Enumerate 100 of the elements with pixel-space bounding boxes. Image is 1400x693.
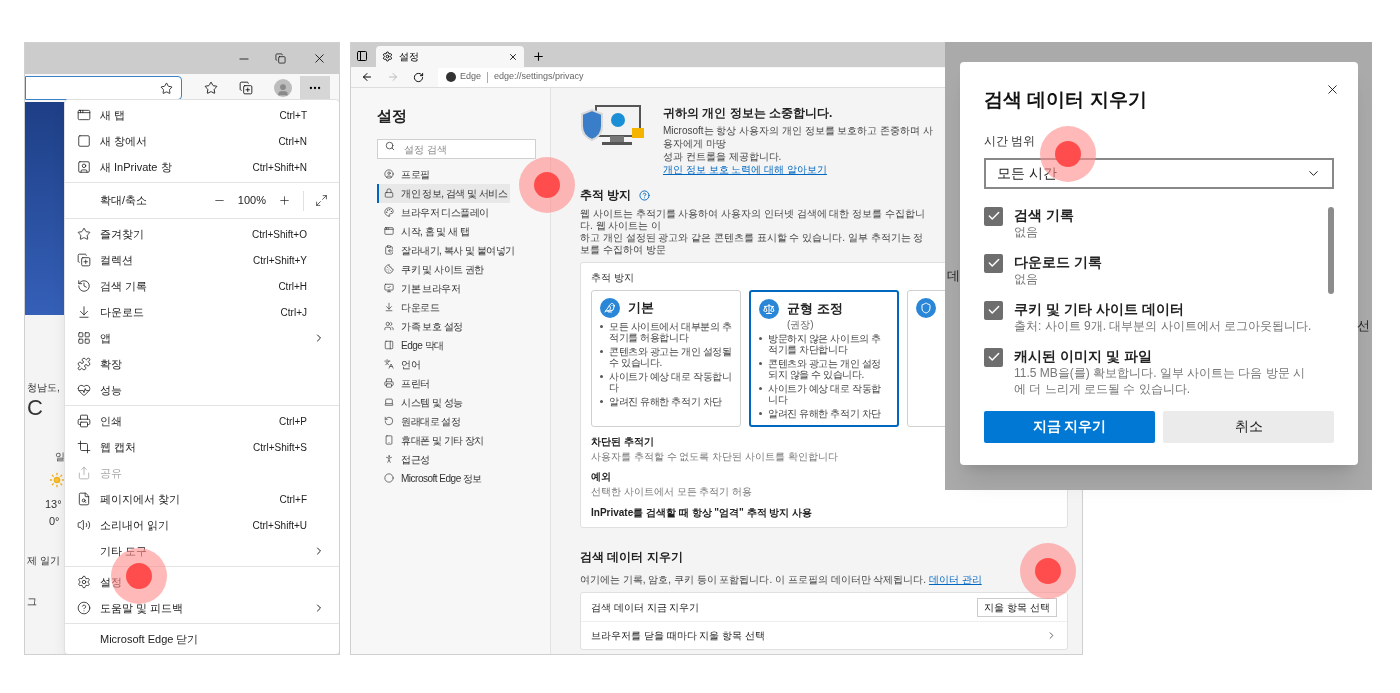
click-marker: [519, 157, 575, 213]
tab-actions-icon[interactable]: [356, 50, 368, 62]
sidebar-item[interactable]: Microsoft Edge 정보: [377, 468, 485, 488]
sidebar-item[interactable]: 다운로드: [377, 297, 442, 317]
sidebar-item[interactable]: 브라우저 디스플레이: [377, 202, 492, 222]
privacy-description: Microsoft는 항상 사용자의 개인 정보를 보호하고 존중하며 사용자에게 마땅: [663, 124, 933, 150]
checkbox[interactable]: [984, 253, 1003, 273]
option-title: 균형 조정: [787, 300, 843, 319]
help-icon[interactable]: [639, 189, 651, 201]
puzzle-icon: [77, 357, 91, 371]
tab-title: 설정: [399, 50, 420, 64]
menu-item[interactable]: 즐겨찾기 Ctrl+Shift+O: [65, 221, 339, 247]
clear-now-button[interactable]: 지금 지우기: [984, 410, 1155, 443]
menu-item[interactable]: 다운로드 Ctrl+J: [65, 299, 339, 325]
browser-tab[interactable]: 설정: [376, 46, 524, 67]
favorites-icon[interactable]: [204, 81, 218, 95]
choose-items-button[interactable]: 지울 항목 선택: [977, 597, 1057, 617]
sidebar-item[interactable]: 휴대폰 및 기타 장치: [377, 430, 487, 450]
menu-item[interactable]: 새 창에서 Ctrl+N: [65, 128, 339, 154]
sidebar-item[interactable]: 원래대로 설정: [377, 411, 464, 431]
sidebar-item[interactable]: 개인 정보, 검색 및 서비스: [377, 183, 511, 203]
window-icon: [384, 226, 394, 236]
learn-more-link[interactable]: 개인 정보 보호 노력에 대해 알아보기: [663, 164, 827, 175]
bullet-icon: [600, 375, 603, 378]
weather-text: 제 일기: [27, 554, 60, 568]
sidebar-item[interactable]: 접근성: [377, 449, 433, 469]
sidebar-item[interactable]: 기본 브라우저: [377, 278, 464, 298]
sun-icon: [49, 472, 65, 488]
sidebar-item[interactable]: 시스템 및 성능: [377, 392, 466, 412]
sidebar-item[interactable]: 언어: [377, 354, 423, 374]
menu-item[interactable]: 설정: [65, 569, 339, 595]
menu-item[interactable]: 소리내어 읽기 Ctrl+Shift+U: [65, 512, 339, 538]
menu-item[interactable]: 새 InPrivate 창 Ctrl+Shift+N: [65, 154, 339, 180]
menu-item[interactable]: 새 탭 Ctrl+T: [65, 102, 339, 128]
star-icon: [77, 227, 91, 241]
item-label: 검색 기록: [1014, 206, 1074, 224]
sidebar-item[interactable]: 쿠키 및 사이트 권한: [377, 259, 487, 279]
close-icon[interactable]: [1325, 82, 1340, 97]
item-detail: 없음: [1014, 270, 1039, 287]
back-icon[interactable]: [361, 71, 373, 83]
sidebar-item[interactable]: 시작, 홈 및 새 탭: [377, 221, 473, 241]
sidebar-item[interactable]: 가족 보호 설정: [377, 316, 466, 336]
address-field[interactable]: [25, 76, 182, 100]
heart-pulse-icon: [77, 383, 91, 397]
zoom-in-icon[interactable]: [278, 194, 291, 207]
bullet-icon: [759, 337, 762, 340]
new-tab-icon[interactable]: [532, 50, 545, 63]
setting-description: 선택한 사이트에서 모든 추적기 허용: [591, 485, 754, 499]
cancel-button[interactable]: 취소: [1163, 410, 1334, 443]
card-label: 추적 방지: [591, 271, 634, 285]
shield-icon: [916, 298, 936, 318]
menu-item[interactable]: 확장: [65, 351, 339, 377]
close-icon[interactable]: [312, 51, 327, 66]
option-bullet: 모든 사이트에서 대부분의 추적기를 허용합니다: [600, 321, 732, 343]
scrollbar[interactable]: [1328, 206, 1334, 294]
search-field[interactable]: 설정 검색: [377, 139, 536, 159]
menu-item[interactable]: 기타 도구: [65, 538, 339, 564]
option-bullet: 콘텐츠와 광고는 개인 설정될 수 있습니다.: [600, 346, 732, 368]
low-temperature: 0°: [49, 513, 60, 529]
download-icon: [384, 302, 394, 312]
privacy-title: 귀하의 개인 정보는 소중합니다.: [663, 105, 834, 122]
backdrop-text: 선: [1357, 317, 1370, 335]
refresh-icon[interactable]: [413, 71, 424, 83]
menu-item[interactable]: 앱: [65, 325, 339, 351]
close-tab-icon[interactable]: [508, 51, 518, 62]
tracking-option[interactable]: 균형 조정 (권장) 방문하지 않은 사이트의 추적기를 차단합니다 콘텐츠와 광고는 개인 설정되지 않을 수 있습니다. 사이트가 예상 대로 작동합니다 알려진 유해한 추적기 차단: [749, 290, 899, 427]
fullscreen-icon[interactable]: [315, 194, 328, 207]
profile-icon: [384, 169, 394, 179]
menu-item[interactable]: 페이지에서 찾기 Ctrl+F: [65, 486, 339, 512]
sidebar-item[interactable]: Edge 막대: [377, 335, 447, 355]
checkbox[interactable]: [984, 300, 1003, 320]
tracking-option[interactable]: 기본 모든 사이트에서 대부분의 추적기를 허용합니다 콘텐츠와 광고는 개인 설정될 수 있습니다. 사이트가 예상 대로 작동합니다 알려진 유해한 추적기 차단: [591, 290, 741, 427]
menu-item[interactable]: 도움말 및 피드백: [65, 595, 339, 621]
menu-item[interactable]: 검색 기록 Ctrl+H: [65, 273, 339, 299]
cookie-icon: [384, 264, 394, 274]
menu-item[interactable]: 웹 캡처 Ctrl+Shift+S: [65, 434, 339, 460]
menu-item[interactable]: 컬렉션 Ctrl+Shift+Y: [65, 247, 339, 273]
menu-item[interactable]: Microsoft Edge 닫기: [65, 626, 339, 652]
history-icon: [77, 279, 91, 293]
manage-data-link[interactable]: 데이터 관리: [928, 574, 982, 585]
avatar[interactable]: [274, 79, 292, 97]
checkbox[interactable]: [984, 206, 1003, 226]
menu-item[interactable]: 성능: [65, 377, 339, 403]
time-range-select[interactable]: 모든 시간: [984, 157, 1334, 189]
sidebar-item[interactable]: 잘라내기, 복사 및 붙여넣기: [377, 240, 518, 260]
news-text: 그: [27, 595, 37, 609]
backdrop-text: 데: [947, 267, 960, 285]
zoom-level: 100%: [237, 193, 266, 209]
setting-label: 브라우저를 닫을 때마다 지울 항목 선택: [591, 629, 766, 643]
lock-icon: [384, 188, 394, 198]
checkbox[interactable]: [984, 347, 1003, 367]
restore-icon[interactable]: [275, 53, 286, 64]
search-icon: [385, 140, 395, 151]
add-favorite-icon[interactable]: [160, 81, 173, 95]
check-icon: [986, 350, 1001, 364]
sidebar-item[interactable]: 프로필: [377, 164, 433, 184]
collections-icon[interactable]: [239, 81, 253, 95]
click-marker: [1020, 543, 1076, 599]
sidebar-item[interactable]: 프린터: [377, 373, 433, 393]
menu-item[interactable]: 인쇄 Ctrl+P: [65, 408, 339, 434]
